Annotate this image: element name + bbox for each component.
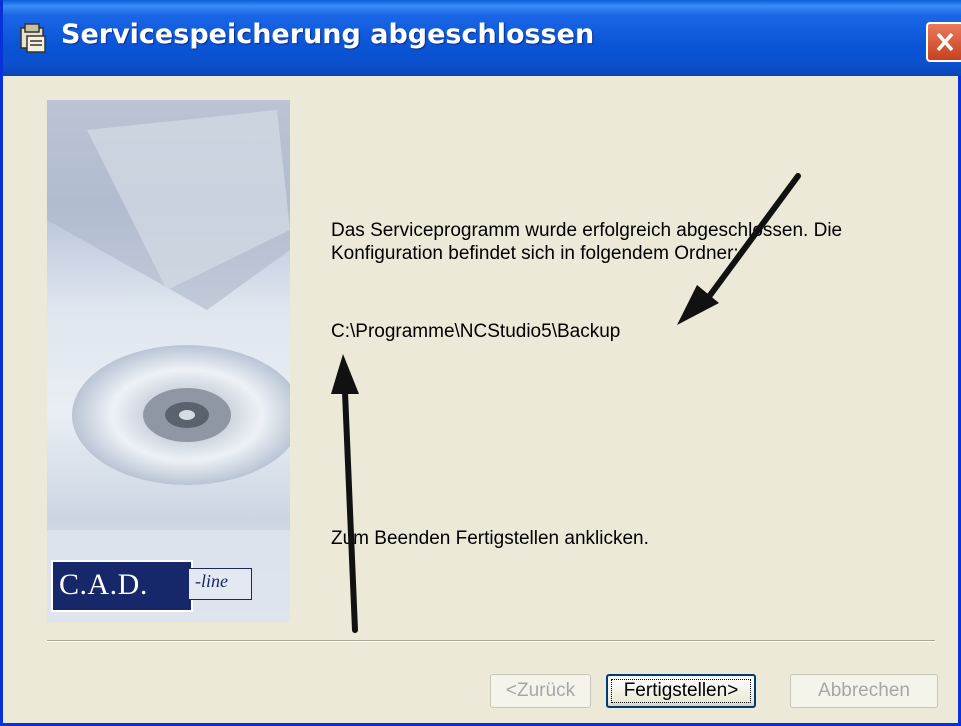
focus-rectangle [611, 679, 751, 703]
wizard-window: Servicespeicherung abgeschlossen C.A.D. … [0, 0, 961, 726]
finish-button[interactable]: Fertigstellen> [606, 674, 756, 708]
annotation-arrows [331, 173, 801, 633]
arrow-icon [677, 173, 801, 325]
button-divider [47, 640, 935, 642]
back-button[interactable]: <Zurück [490, 674, 591, 708]
cancel-button[interactable]: Abbrechen [790, 674, 938, 708]
arrow-icon [331, 354, 359, 633]
